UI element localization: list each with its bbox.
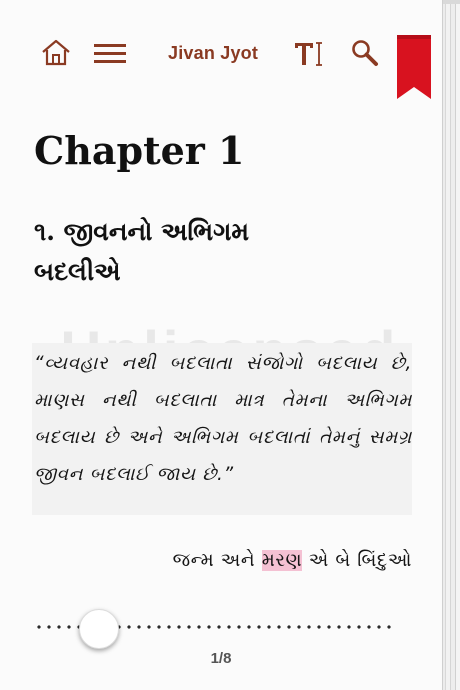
book-page: Jivan Jyot Chapter 1 ૧. જીવનનો અભિગમ બદલ… <box>0 0 443 690</box>
section-heading-line: બદલીએ <box>34 257 121 286</box>
highlighted-word[interactable]: મરણ <box>261 550 303 571</box>
home-icon[interactable] <box>40 38 72 70</box>
body-text-line[interactable]: જન્મ અને મરણ એ બે બિંદુઓ <box>0 550 412 571</box>
page-indicator: 1/8 <box>210 650 232 667</box>
reader-toolbar: Jivan Jyot <box>0 28 442 78</box>
page-slider[interactable] <box>34 605 394 649</box>
quote-paragraph[interactable]: “વ્યવહાર નથી બદલાતા સંજોગો બદલાય છે, માણ… <box>34 345 412 493</box>
book-title: Jivan Jyot <box>168 43 259 63</box>
body-text: એ બે બિંદુઓ <box>302 550 412 571</box>
chapter-title: Chapter 1 <box>34 128 245 173</box>
section-heading-line: ૧. જીવનનો અભિગમ <box>34 217 250 246</box>
page-stack-edge <box>455 4 460 690</box>
slider-knob[interactable] <box>79 609 119 649</box>
bookmark-icon[interactable] <box>397 35 431 105</box>
search-icon[interactable] <box>350 38 380 72</box>
body-text: જન્મ અને <box>172 550 262 571</box>
text-size-icon[interactable] <box>293 40 323 72</box>
section-heading: ૧. જીવનનો અભિગમ બદલીએ <box>34 212 394 292</box>
menu-icon[interactable] <box>94 42 126 70</box>
